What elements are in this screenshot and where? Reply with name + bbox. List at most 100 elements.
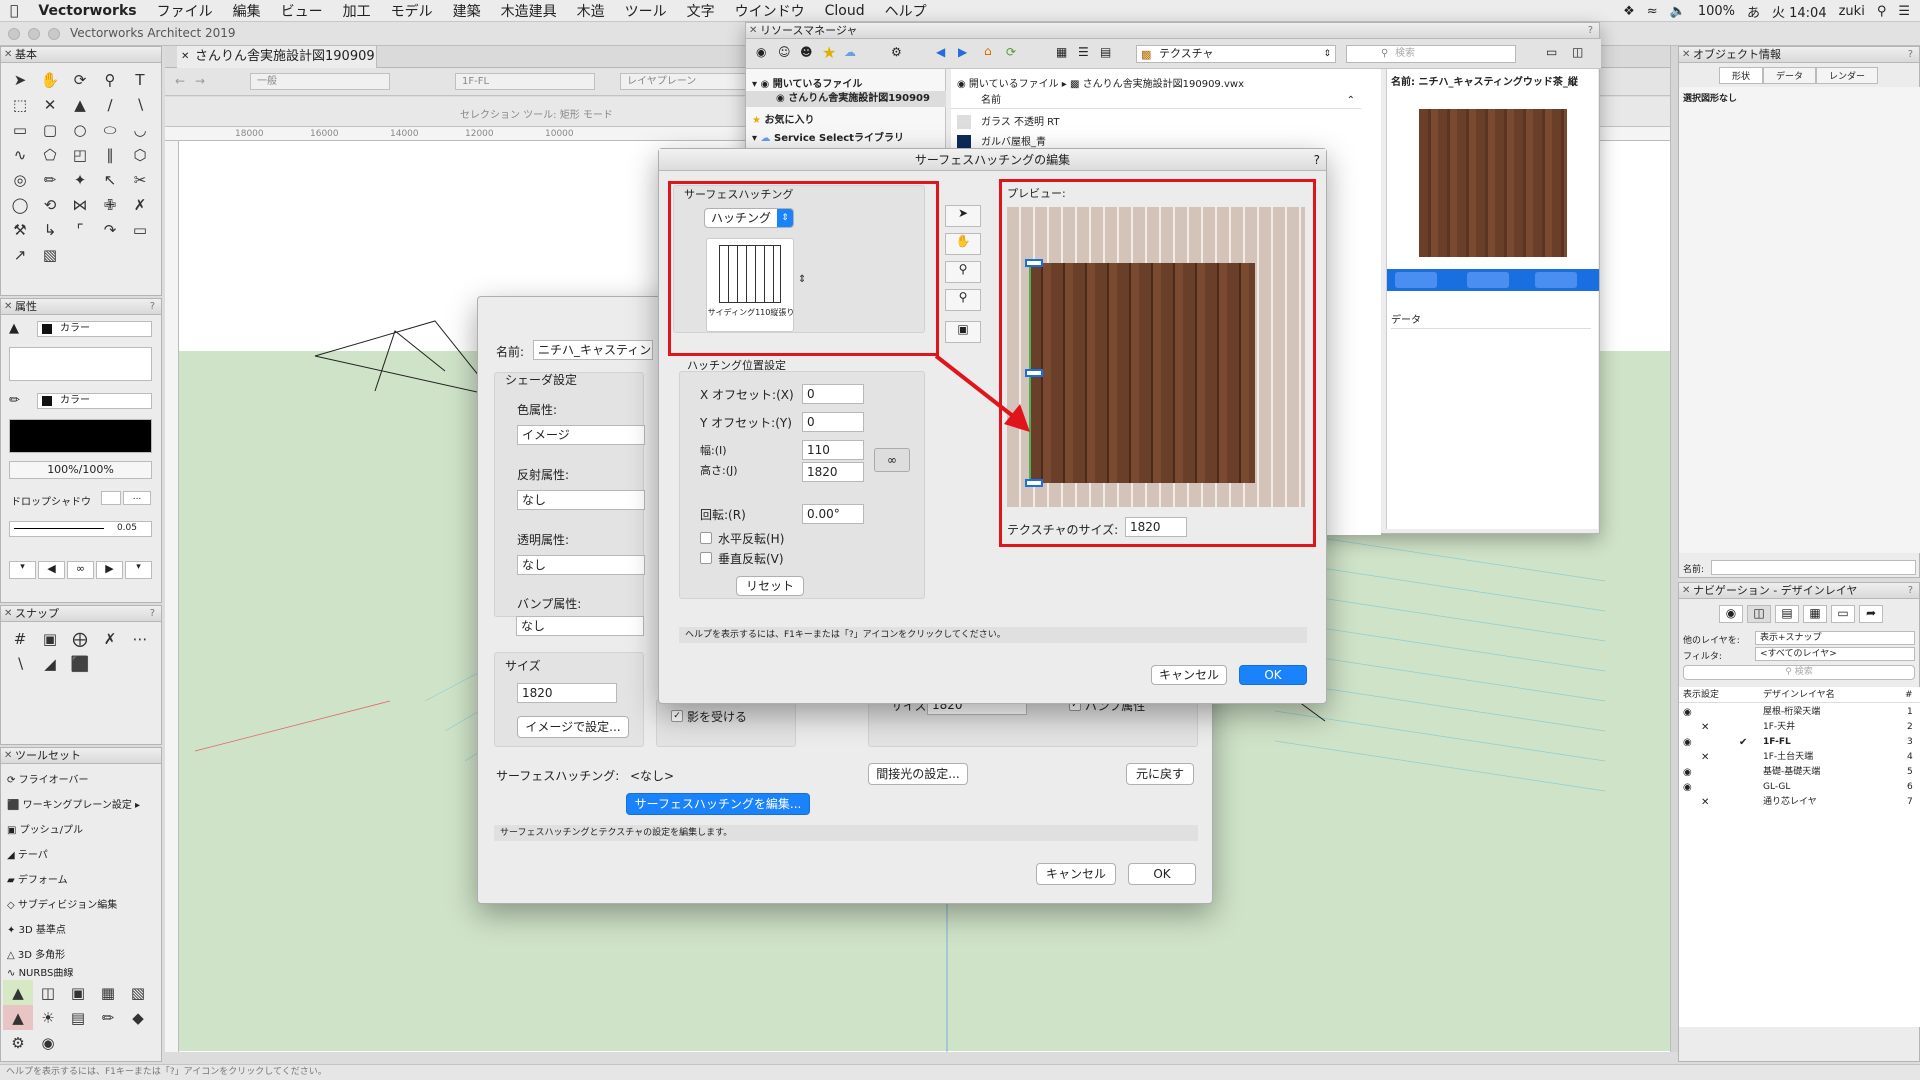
nav-tab-classes-icon[interactable]: ◉ [1719,605,1743,623]
reset-button[interactable]: リセット [736,576,804,596]
eraser-tool-icon[interactable]: ▭ [125,217,155,242]
close-icon[interactable]: ✕ [4,47,12,63]
ime-indicator[interactable]: あ [1747,2,1760,21]
fill-preview[interactable] [9,347,152,381]
filter-select[interactable]: <すべてのレイヤ> [1755,647,1915,661]
snap-object-icon[interactable]: ▣ [35,626,65,651]
symbol-tool-icon[interactable]: ▧ [35,242,65,267]
eyedropper-tool-icon[interactable]: ✏ [35,167,65,192]
detail-view-icon[interactable]: ▤ [1100,45,1111,59]
document-tab[interactable]: ✕ さんりん舎実施設計図190909.v... [177,46,377,68]
thumbnail-view-icon[interactable]: ▦ [1056,45,1067,59]
spiral-tool-icon[interactable]: ◎ [5,167,35,192]
nav-tab-sheets-icon[interactable]: ▤ [1775,605,1799,623]
layer-row[interactable]: ✕ 1F-土台天端 4 [1679,750,1920,765]
close-icon[interactable]: ✕ [1682,47,1690,63]
clock[interactable]: 火 14:04 [1772,2,1827,21]
snap-grid-icon[interactable]: # [5,626,35,651]
snap-distance-icon[interactable]: ⋯ [125,626,155,651]
dropbox-icon[interactable]: ❖ [1623,4,1635,19]
menu-modify[interactable]: 加工 [333,1,381,21]
back-icon[interactable]: ← [175,74,185,88]
menu-wood[interactable]: 木造 [567,1,615,21]
hidden-x-icon[interactable]: ✕ [1701,750,1709,765]
volume-icon[interactable]: 🔈 [1670,4,1686,19]
col-display[interactable]: 表示設定 [1683,687,1719,703]
users-icon[interactable]: ☺ [778,45,791,59]
minimize-window-button[interactable] [28,28,40,40]
toolset-item[interactable]: ✦ 3D 基準点 [7,918,155,943]
arc-tool-icon[interactable]: ◡ [125,117,155,142]
polyline-tool-icon[interactable]: ⬠ [35,142,65,167]
menu-cloud[interactable]: Cloud [815,3,875,19]
snap-tangent-icon[interactable]: ∖ [5,651,35,676]
visible-eye-icon[interactable]: ◉ [1683,765,1692,780]
texture-cancel-button[interactable]: キャンセル [1036,863,1116,885]
menu-app[interactable]: Vectorworks [28,3,146,19]
menu-view[interactable]: ビュー [271,1,333,21]
menu-wood-fixtures[interactable]: 木造建具 [491,1,567,21]
start-marker-button[interactable]: ◀ [38,561,65,579]
toolset-item[interactable]: △ 3D 多角形 [7,943,155,968]
vertical-scrollbar[interactable] [1670,46,1678,1052]
visible-eye-icon[interactable]: ◉ [1683,705,1692,720]
help-icon[interactable]: ? [1314,149,1320,171]
indirect-light-button[interactable]: 間接光の設定... [868,763,968,785]
measure-tool-icon[interactable]: ↗ [5,242,35,267]
apple-icon[interactable]:  [0,3,28,19]
oval-tool-icon[interactable]: ⬭ [95,117,125,142]
tab-data[interactable]: データ [1763,67,1817,84]
rotation-input[interactable]: 0.00° [802,504,864,524]
revert-button[interactable]: 元に戻す [1126,763,1194,785]
3d-modeling-tools-icon[interactable]: ▲ [3,1005,33,1030]
toolset-item[interactable]: ▣ プッシュ/プル [7,818,155,843]
menu-model[interactable]: モデル [381,1,443,21]
snap-working-plane-icon[interactable]: ⬛ [65,651,95,676]
clip-tool-icon[interactable]: ✂ [125,167,155,192]
walls-tools-icon[interactable]: ◫ [33,980,63,1005]
resource-list-item[interactable]: ガラス 不透明 RT [957,115,1060,131]
transparency-attr-select[interactable]: なし [517,555,645,575]
lighting-button[interactable] [1535,272,1577,288]
pen-preview[interactable] [9,419,152,453]
resource-type-select[interactable]: ▩ テクスチャ ⇕ [1136,45,1336,63]
help-icon[interactable]: ? [1908,583,1913,599]
text-tool-icon[interactable]: T [125,67,155,92]
refresh-icon[interactable]: ⟳ [1006,45,1016,59]
layer-select[interactable]: 1F-FL [455,73,595,90]
wifi-icon[interactable]: ≈ [1647,4,1658,19]
tab-render[interactable]: レンダー [1816,67,1879,84]
snap-surface-icon[interactable]: ◢ [35,651,65,676]
close-icon[interactable]: ✕ [4,748,12,764]
flip-horizontal-checkbox[interactable] [700,532,712,544]
visualization-tools-icon[interactable]: ☀ [33,1005,63,1030]
wand-tool-icon[interactable]: ✦ [65,167,95,192]
site-tools-icon[interactable]: ▲ [3,980,33,1005]
preview-pan-icon[interactable]: ✋ [945,233,981,255]
resource-search-input[interactable]: ⚲ 検索 [1346,45,1516,63]
battery-text[interactable]: 100% [1698,4,1735,19]
search-icon[interactable]: ⚲ [1877,4,1887,19]
flyover-tool-icon[interactable]: ⟳ [65,67,95,92]
move-tool-icon[interactable]: ↷ [95,217,125,242]
snap-angle-icon[interactable]: ⨁ [65,626,95,651]
favorites-star-icon[interactable]: ★ [822,43,836,62]
list-view-icon[interactable]: ☰ [1078,45,1089,59]
tree-current-file[interactable]: ◉ さんりん舎実施設計図190909 [746,91,946,107]
polygon-tool-icon[interactable]: ◰ [65,142,95,167]
fill-tool-icon[interactable]: ▲ [65,92,95,117]
col-name[interactable]: デザインレイヤ名 [1763,687,1835,703]
pan-tool-icon[interactable]: ✋ [35,67,65,92]
close-icon[interactable]: ✕ [1682,583,1690,599]
close-tab-icon[interactable]: ✕ [181,46,189,68]
link-markers-icon[interactable]: ∞ [67,561,94,579]
forward-icon[interactable]: → [195,74,205,88]
background-button[interactable] [1467,272,1509,288]
toolset-item[interactable]: ◇ サブディビジョン編集 [7,893,155,918]
start-marker-menu[interactable]: ▾ [9,561,36,579]
help-icon[interactable]: ? [150,606,155,622]
drop-shadow-toggle[interactable] [101,491,121,505]
drop-shadow-settings-button[interactable]: ... [123,491,151,505]
size-input[interactable]: 1820 [517,683,617,703]
layer-row[interactable]: ◉ 基礎-基礎天端 5 [1679,765,1920,780]
